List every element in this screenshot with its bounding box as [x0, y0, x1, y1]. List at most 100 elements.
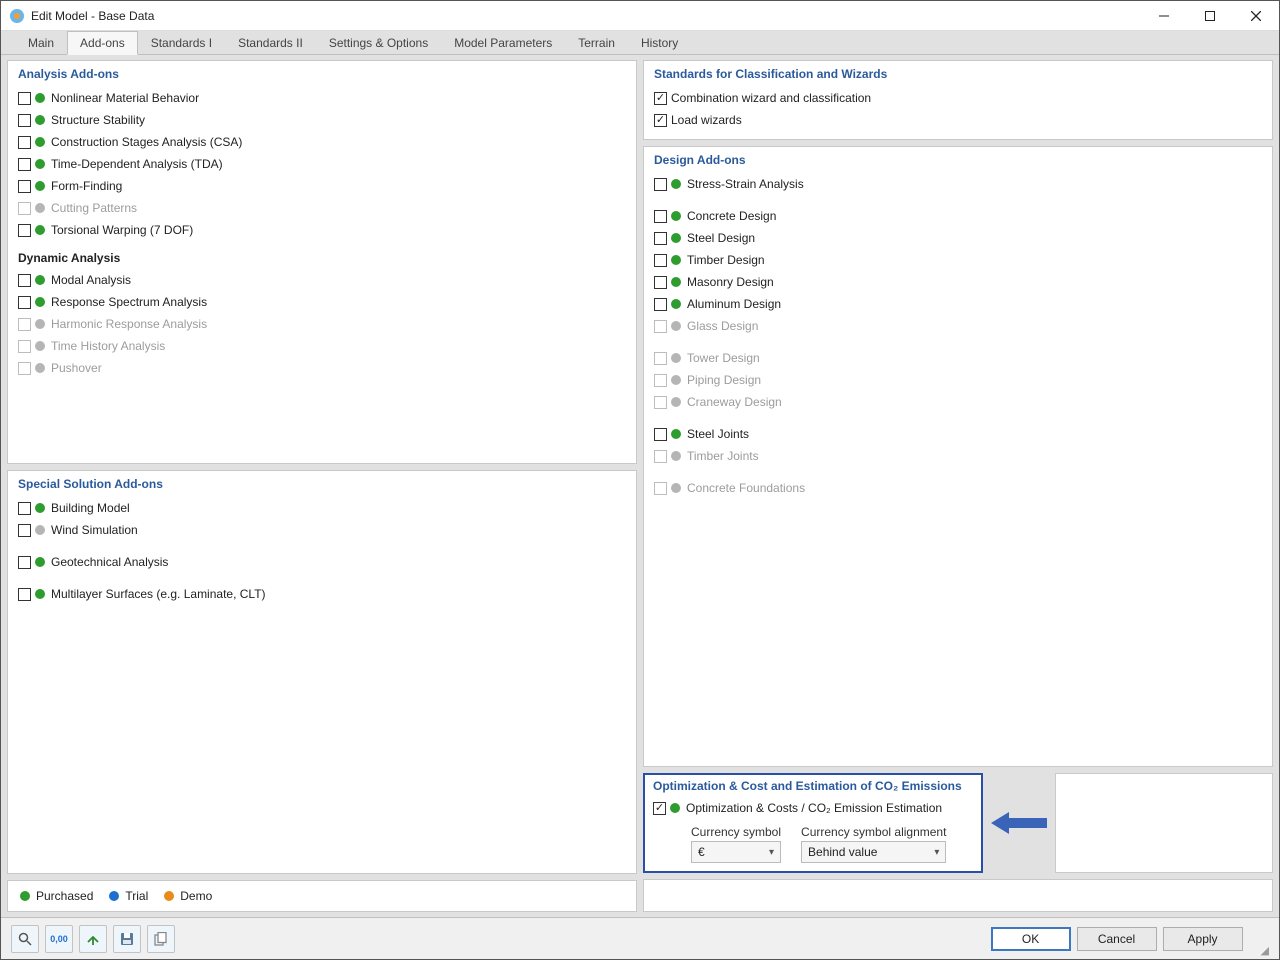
checkbox-row[interactable]: Stress-Strain Analysis [654, 173, 1262, 195]
tab-settings-options[interactable]: Settings & Options [316, 31, 441, 54]
checkbox-icon[interactable] [654, 232, 667, 245]
checkbox-icon [18, 340, 31, 353]
checkbox-icon [654, 396, 667, 409]
minimize-button[interactable] [1141, 1, 1187, 31]
checkbox-icon[interactable] [18, 114, 31, 127]
checkbox-icon[interactable] [18, 180, 31, 193]
panel-special-solution: Special Solution Add-ons Building ModelW… [7, 470, 637, 874]
import-button[interactable] [79, 925, 107, 953]
checkbox-icon[interactable] [18, 92, 31, 105]
checkbox-icon[interactable] [654, 428, 667, 441]
item-label: Concrete Design [687, 209, 776, 223]
status-dot-icon [671, 483, 681, 493]
status-dot-icon [671, 179, 681, 189]
maximize-button[interactable] [1187, 1, 1233, 31]
checkbox-icon[interactable] [654, 254, 667, 267]
checkbox-row[interactable]: Construction Stages Analysis (CSA) [18, 131, 626, 153]
checkbox-row[interactable]: Nonlinear Material Behavior [18, 87, 626, 109]
tab-add-ons[interactable]: Add-ons [67, 31, 138, 55]
units-button[interactable]: 0,00 [45, 925, 73, 953]
checkbox-row[interactable]: Load wizards [654, 109, 1262, 131]
checkbox-row: Harmonic Response Analysis [18, 313, 626, 335]
chevron-down-icon: ▾ [934, 847, 939, 858]
item-label: Structure Stability [51, 113, 145, 127]
panel-design-addons: Design Add-ons Stress-Strain AnalysisCon… [643, 146, 1273, 767]
tab-main[interactable]: Main [15, 31, 67, 54]
checkbox-row[interactable]: Modal Analysis [18, 269, 626, 291]
item-label: Geotechnical Analysis [51, 555, 168, 569]
checkbox-icon[interactable] [18, 158, 31, 171]
checkbox-row[interactable]: Wind Simulation [18, 519, 626, 541]
checkbox-row[interactable]: Masonry Design [654, 271, 1262, 293]
item-label: Cutting Patterns [51, 201, 137, 215]
item-label: Pushover [51, 361, 102, 375]
checkbox-row: Time History Analysis [18, 335, 626, 357]
checkbox-icon[interactable] [654, 276, 667, 289]
checkbox-row[interactable]: Aluminum Design [654, 293, 1262, 315]
checkbox-row[interactable]: Building Model [18, 497, 626, 519]
currency-symbol-select[interactable]: € ▾ [691, 841, 781, 863]
tab-terrain[interactable]: Terrain [565, 31, 628, 54]
tab-standards-i[interactable]: Standards I [138, 31, 225, 54]
checkbox-icon[interactable] [18, 524, 31, 537]
checkbox-icon[interactable] [18, 136, 31, 149]
checkbox-row[interactable]: Structure Stability [18, 109, 626, 131]
tab-standards-ii[interactable]: Standards II [225, 31, 316, 54]
apply-button[interactable]: Apply [1163, 927, 1243, 951]
checkbox-row: Pushover [18, 357, 626, 379]
checkbox-row[interactable]: Torsional Warping (7 DOF) [18, 219, 626, 241]
item-label: Concrete Foundations [687, 481, 805, 495]
checkbox-row[interactable]: Timber Design [654, 249, 1262, 271]
checkbox-row-optimization[interactable]: Optimization & Costs / CO₂ Emission Esti… [653, 797, 973, 819]
checkbox-icon[interactable] [18, 588, 31, 601]
item-label: Wind Simulation [51, 523, 138, 537]
checkbox-row[interactable]: Steel Design [654, 227, 1262, 249]
search-button[interactable] [11, 925, 39, 953]
tab-strip: MainAdd-onsStandards IStandards IISettin… [1, 31, 1279, 55]
checkbox-icon[interactable] [654, 210, 667, 223]
status-dot-icon [35, 115, 45, 125]
panel-optimization-wrap: Optimization & Cost and Estimation of CO… [643, 773, 1273, 873]
checkbox-row[interactable]: Combination wizard and classification [654, 87, 1262, 109]
checkbox-row: Timber Joints [654, 445, 1262, 467]
ok-button[interactable]: OK [991, 927, 1071, 951]
checkbox-icon[interactable] [18, 274, 31, 287]
cancel-button[interactable]: Cancel [1077, 927, 1157, 951]
dynamic-analysis-heading: Dynamic Analysis [18, 247, 626, 269]
resize-grip-icon[interactable]: ◢ [1261, 944, 1269, 957]
item-label: Timber Joints [687, 449, 759, 463]
copy-button[interactable] [147, 925, 175, 953]
item-label: Piping Design [687, 373, 761, 387]
checkbox-icon[interactable] [654, 92, 667, 105]
checkbox-icon[interactable] [654, 114, 667, 127]
close-button[interactable] [1233, 1, 1279, 31]
currency-align-select[interactable]: Behind value ▾ [801, 841, 946, 863]
currency-symbol-label: Currency symbol [691, 825, 781, 839]
checkbox-row[interactable]: Response Spectrum Analysis [18, 291, 626, 313]
checkbox-icon[interactable] [654, 298, 667, 311]
item-label: Craneway Design [687, 395, 782, 409]
checkbox-icon [654, 352, 667, 365]
checkbox-row[interactable]: Time-Dependent Analysis (TDA) [18, 153, 626, 175]
checkbox-row[interactable]: Multilayer Surfaces (e.g. Laminate, CLT) [18, 583, 626, 605]
legend-bar: Purchased Trial Demo [7, 880, 637, 912]
checkbox-row[interactable]: Geotechnical Analysis [18, 551, 626, 573]
item-label: Construction Stages Analysis (CSA) [51, 135, 242, 149]
item-label: Load wizards [671, 113, 742, 127]
checkbox-icon[interactable] [653, 802, 666, 815]
checkbox-icon[interactable] [18, 296, 31, 309]
app-icon [9, 8, 25, 24]
checkbox-row[interactable]: Steel Joints [654, 423, 1262, 445]
legend-purchased: Purchased [36, 889, 93, 903]
status-dot-icon [671, 277, 681, 287]
tab-history[interactable]: History [628, 31, 691, 54]
checkbox-icon[interactable] [18, 224, 31, 237]
tab-model-parameters[interactable]: Model Parameters [441, 31, 565, 54]
checkbox-icon[interactable] [18, 556, 31, 569]
save-button[interactable] [113, 925, 141, 953]
checkbox-icon[interactable] [18, 502, 31, 515]
checkbox-icon[interactable] [654, 178, 667, 191]
status-dot-icon [671, 299, 681, 309]
checkbox-row[interactable]: Concrete Design [654, 205, 1262, 227]
checkbox-row[interactable]: Form-Finding [18, 175, 626, 197]
